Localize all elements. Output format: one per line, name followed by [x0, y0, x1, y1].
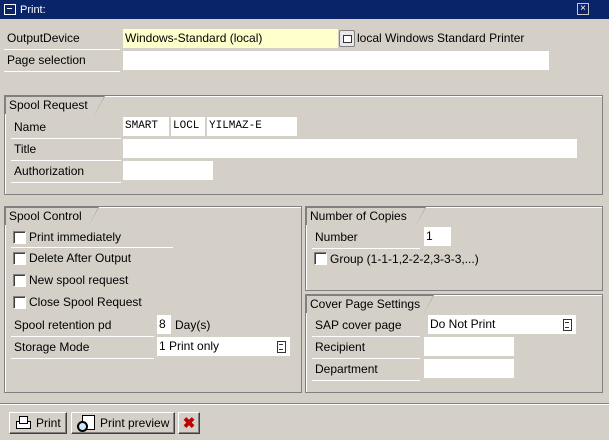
name-part-3[interactable]: YILMAZ-E — [207, 117, 297, 136]
device-lookup-icon[interactable] — [339, 30, 355, 47]
divider — [4, 71, 120, 72]
divider — [312, 380, 420, 381]
sap-cover-page-label: SAP cover page — [315, 318, 402, 332]
title-label: Title — [14, 142, 37, 156]
output-device-input[interactable]: Windows-Standard (local) — [123, 29, 338, 48]
name-part-1[interactable]: SMART — [123, 117, 169, 136]
close-spool-request-checkbox[interactable] — [13, 296, 26, 309]
recipient-input[interactable] — [424, 337, 514, 356]
close-icon[interactable]: × — [577, 3, 589, 15]
authorization-label: Authorization — [14, 164, 85, 178]
output-device-description: local Windows Standard Printer — [357, 31, 525, 45]
close-spool-request-label: Close Spool Request — [29, 295, 142, 309]
retention-unit-label: Day(s) — [175, 318, 211, 332]
recipient-label: Recipient — [315, 340, 366, 354]
cover-page-settings-title: Cover Page Settings — [306, 295, 434, 313]
department-label: Department — [315, 362, 378, 376]
printer-icon — [15, 416, 31, 430]
spool-request-title: Spool Request — [5, 96, 105, 114]
cancel-icon: ✖ — [182, 414, 196, 432]
divider — [11, 358, 154, 359]
delete-after-output-label: Delete After Output — [29, 251, 132, 265]
cancel-button[interactable]: ✖ — [178, 412, 200, 434]
window-title: Print: — [20, 3, 46, 16]
name-part-2[interactable]: LOCL — [171, 117, 205, 136]
divider — [312, 358, 420, 359]
dialog-body: OutputDevice Windows-Standard (local) lo… — [0, 19, 609, 440]
divider — [11, 138, 121, 139]
print-immediately-checkbox[interactable] — [13, 231, 26, 244]
department-input[interactable] — [424, 359, 514, 378]
print-preview-button[interactable]: Print preview — [71, 412, 176, 434]
page-selection-input[interactable] — [123, 51, 549, 70]
spool-retention-label: Spool retention pd — [14, 318, 112, 332]
spool-control-title: Spool Control — [5, 207, 99, 225]
sap-cover-page-select[interactable]: Do Not Print — [428, 315, 576, 334]
divider — [312, 336, 420, 337]
print-button[interactable]: Print — [9, 412, 67, 434]
title-bar: Print: × — [0, 0, 609, 19]
number-label: Number — [315, 230, 358, 244]
storage-mode-select[interactable]: 1 Print only — [157, 337, 290, 356]
authorization-input[interactable] — [123, 161, 213, 180]
print-button-label: Print — [36, 416, 61, 430]
divider — [11, 160, 121, 161]
new-spool-request-checkbox[interactable] — [13, 274, 26, 287]
print-preview-icon — [77, 415, 95, 432]
group-copies-label: Group (1-1-1,2-2-2,3-3-3,...) — [330, 252, 479, 266]
group-copies-checkbox[interactable] — [314, 252, 327, 265]
spool-retention-input[interactable]: 8 — [157, 315, 171, 334]
toolbar-separator-highlight — [0, 404, 609, 405]
divider — [11, 182, 121, 183]
new-spool-request-label: New spool request — [29, 273, 129, 287]
output-device-label: OutputDevice — [7, 31, 80, 45]
print-immediately-label: Print immediately — [29, 230, 122, 244]
number-of-copies-input[interactable]: 1 — [424, 227, 451, 246]
storage-mode-label: Storage Mode — [14, 340, 90, 354]
print-window-icon — [4, 4, 16, 15]
print-preview-button-label: Print preview — [100, 416, 170, 430]
page-selection-label: Page selection — [7, 53, 86, 67]
divider — [11, 247, 173, 248]
divider — [11, 336, 154, 337]
name-label: Name — [14, 120, 47, 134]
divider — [4, 49, 120, 50]
dropdown-list-icon[interactable] — [562, 319, 572, 331]
divider — [312, 248, 420, 249]
number-of-copies-title: Number of Copies — [306, 207, 426, 225]
delete-after-output-checkbox[interactable] — [13, 252, 26, 265]
title-input[interactable] — [123, 139, 577, 158]
dropdown-list-icon[interactable] — [276, 341, 286, 353]
